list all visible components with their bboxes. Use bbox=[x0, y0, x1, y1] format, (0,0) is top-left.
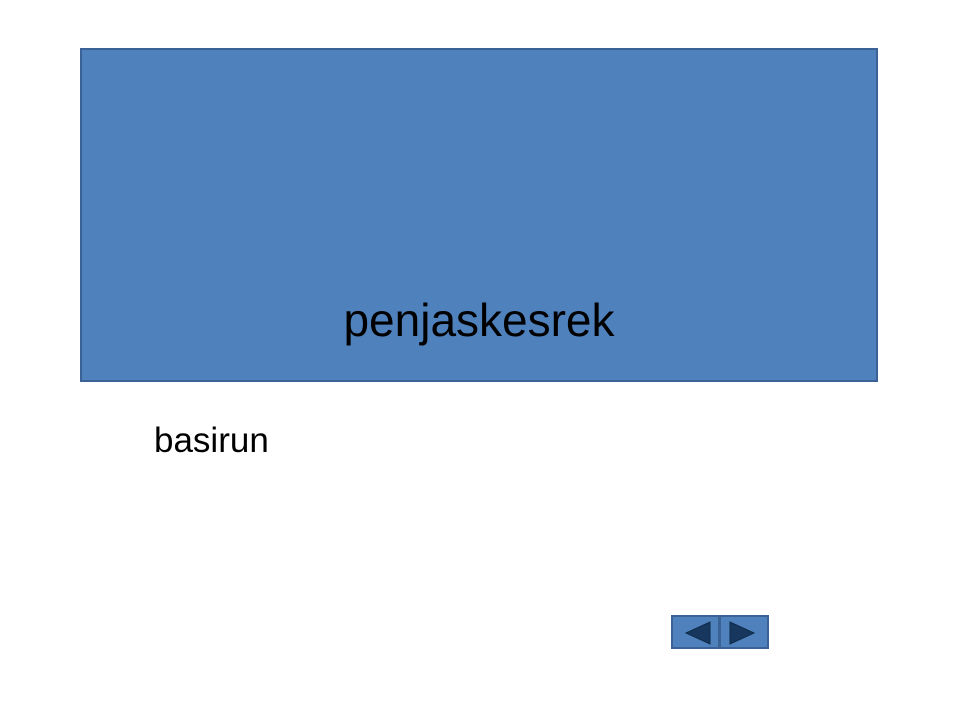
slide-subtitle: basirun bbox=[154, 421, 269, 460]
title-placeholder: penjaskesrek bbox=[80, 48, 878, 382]
slide-navigation bbox=[671, 615, 769, 649]
next-slide-button[interactable] bbox=[720, 615, 769, 649]
previous-slide-button[interactable] bbox=[671, 615, 720, 649]
triangle-right-icon bbox=[729, 621, 756, 645]
slide: penjaskesrek basirun bbox=[0, 0, 960, 720]
triangle-left-icon bbox=[684, 621, 711, 645]
slide-title: penjaskesrek bbox=[343, 294, 615, 346]
